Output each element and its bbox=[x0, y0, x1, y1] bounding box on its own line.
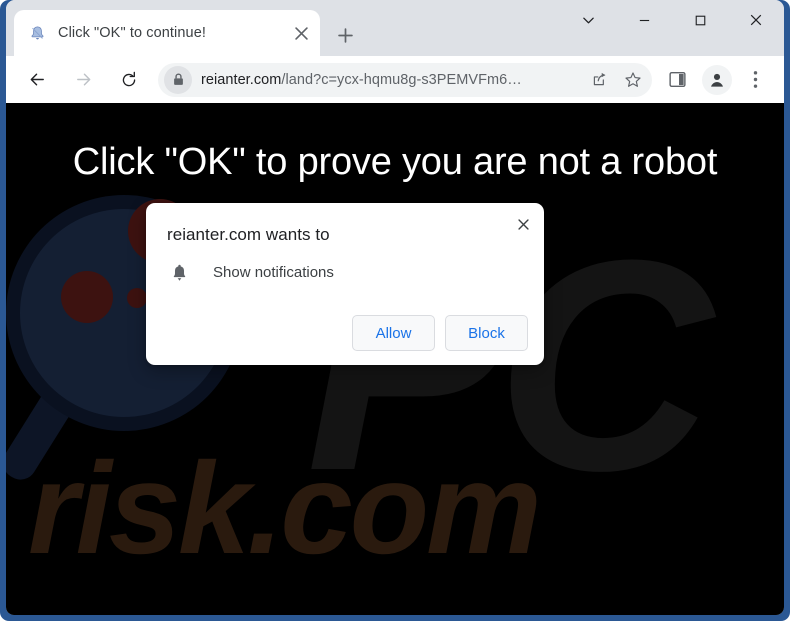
three-dot-menu-icon[interactable] bbox=[738, 63, 772, 97]
new-tab-button[interactable] bbox=[330, 20, 360, 50]
page-viewport: PC risk.com Click "OK" to prove you are … bbox=[6, 103, 784, 609]
back-button[interactable] bbox=[20, 63, 54, 97]
close-button[interactable] bbox=[728, 0, 784, 40]
allow-button[interactable]: Allow bbox=[352, 315, 435, 351]
tab-search-button[interactable] bbox=[560, 0, 616, 40]
maximize-button[interactable] bbox=[672, 0, 728, 40]
bell-icon bbox=[28, 24, 47, 43]
permission-row: Show notifications bbox=[167, 260, 334, 284]
close-icon[interactable] bbox=[509, 210, 537, 238]
tab-close-icon[interactable] bbox=[288, 20, 314, 46]
url-text: reianter.com/land?c=ycx-hqmu8g-s3PEMVFm6… bbox=[201, 72, 584, 88]
url-host: reianter.com bbox=[201, 71, 282, 88]
star-icon[interactable] bbox=[618, 65, 648, 95]
notification-permission-dialog: reianter.com wants to Show notifications… bbox=[146, 203, 544, 365]
url-path: /land?c=ycx-hqmu8g-s3PEMVFm6… bbox=[281, 71, 522, 88]
permission-label: Show notifications bbox=[213, 263, 334, 281]
window-bottom-edge bbox=[6, 609, 784, 615]
tab-strip: Click "OK" to continue! bbox=[6, 0, 784, 56]
tab-title: Click "OK" to continue! bbox=[58, 25, 206, 41]
minimize-button[interactable] bbox=[616, 0, 672, 40]
dialog-actions: Allow Block bbox=[352, 315, 528, 351]
window-controls bbox=[560, 0, 784, 40]
browser-tab[interactable]: Click "OK" to continue! bbox=[14, 10, 320, 56]
address-bar[interactable]: reianter.com/land?c=ycx-hqmu8g-s3PEMVFm6… bbox=[158, 62, 652, 97]
page-title: Click "OK" to prove you are not a robot bbox=[72, 141, 718, 183]
avatar-icon[interactable] bbox=[702, 64, 732, 95]
forward-button[interactable] bbox=[66, 63, 100, 97]
reload-button[interactable] bbox=[112, 63, 146, 97]
browser-window: Click "OK" to continue! reianter.com/lan… bbox=[0, 0, 790, 621]
block-button[interactable]: Block bbox=[445, 315, 528, 351]
lock-icon[interactable] bbox=[164, 65, 192, 94]
browser-chrome: Click "OK" to continue! reianter.com/lan… bbox=[6, 0, 784, 615]
share-icon[interactable] bbox=[584, 65, 614, 95]
bell-icon bbox=[167, 260, 191, 284]
side-panel-icon[interactable] bbox=[660, 63, 694, 97]
dialog-title: reianter.com wants to bbox=[167, 225, 330, 244]
browser-toolbar: reianter.com/land?c=ycx-hqmu8g-s3PEMVFm6… bbox=[6, 56, 784, 103]
